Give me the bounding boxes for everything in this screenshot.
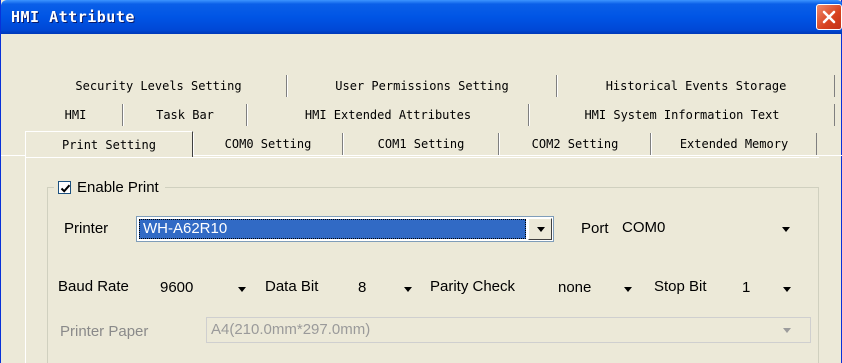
tab-hmi-system-info[interactable]: HMI System Information Text [529, 104, 835, 126]
tab-row-3: Print Setting COM0 Setting COM1 Setting … [1, 131, 842, 157]
tab-label: Security Levels Setting [75, 79, 242, 93]
parity-check-label: Parity Check [430, 278, 516, 295]
stop-bit-select[interactable]: 1 [738, 276, 808, 300]
checkmark-icon [60, 184, 71, 193]
enable-print-checkbox[interactable]: Enable Print [54, 178, 165, 196]
chevron-down-icon [537, 227, 545, 232]
chevron-down-icon [404, 287, 412, 292]
tab-com0-setting[interactable]: COM0 Setting [193, 133, 343, 155]
baud-rate-value: 9600 [160, 279, 194, 296]
tab-label: Historical Events Storage [605, 79, 787, 93]
tab-hmi[interactable]: HMI [29, 104, 123, 126]
tab-hmi-extended[interactable]: HMI Extended Attributes [247, 104, 529, 126]
port-value: COM0 [622, 219, 666, 236]
tab-task-bar[interactable]: Task Bar [123, 104, 247, 126]
port-label: Port [581, 220, 609, 237]
tab-label: HMI System Information Text [584, 108, 780, 122]
chevron-down-icon [238, 287, 246, 292]
tab-row-2: HMI Task Bar HMI Extended Attributes HMI… [1, 104, 842, 126]
chevron-down-icon [624, 287, 632, 292]
tab-label: HMI [64, 108, 87, 122]
parity-check-select[interactable]: none [554, 276, 644, 300]
tab-historical-events[interactable]: Historical Events Storage [557, 75, 835, 97]
printer-dropdown-button[interactable] [528, 218, 552, 240]
title-bar[interactable]: HMI Attribute [1, 0, 842, 34]
baud-rate-select[interactable]: 9600 [156, 276, 256, 300]
enable-print-label: Enable Print [77, 178, 159, 196]
baud-rate-label: Baud Rate [58, 278, 129, 295]
tab-com1-setting[interactable]: COM1 Setting [343, 133, 499, 155]
tab-com2-setting[interactable]: COM2 Setting [499, 133, 651, 155]
printer-paper-label: Printer Paper [60, 323, 149, 340]
checkbox-box[interactable] [58, 180, 71, 194]
tab-user-permissions[interactable]: User Permissions Setting [287, 75, 557, 97]
data-bit-label: Data Bit [265, 278, 319, 295]
printer-label: Printer [64, 220, 109, 237]
tab-label: COM0 Setting [224, 137, 312, 151]
chevron-down-icon [783, 328, 791, 333]
tab-security-levels[interactable]: Security Levels Setting [31, 75, 287, 97]
printer-select[interactable]: WH-A62R10 [136, 216, 554, 242]
tab-print-setting[interactable]: Print Setting [25, 131, 193, 157]
chevron-down-icon [783, 287, 791, 292]
dialog-window: HMI Attribute Security Levels Setting Us… [0, 0, 842, 363]
close-icon [822, 10, 836, 24]
data-bit-value: 8 [358, 279, 367, 296]
printer-paper-select: A4(210.0mm*297.0mm) [206, 317, 811, 343]
printer-paper-value: A4(210.0mm*297.0mm) [211, 321, 371, 338]
tab-row-1: Security Levels Setting User Permissions… [1, 75, 842, 97]
stop-bit-label: Stop Bit [654, 278, 707, 295]
printer-value: WH-A62R10 [143, 220, 228, 237]
tab-label: Print Setting [62, 138, 156, 152]
tab-label: User Permissions Setting [335, 79, 509, 93]
parity-check-value: none [558, 279, 592, 296]
port-select[interactable]: COM0 [618, 216, 806, 240]
tab-label: HMI Extended Attributes [304, 108, 472, 122]
tab-label: COM2 Setting [531, 137, 619, 151]
chevron-down-icon [782, 227, 790, 232]
tab-label: Task Bar [156, 108, 214, 122]
close-button[interactable] [816, 4, 842, 30]
tab-label: COM1 Setting [377, 137, 465, 151]
tab-extended-memory[interactable]: Extended Memory [651, 133, 817, 155]
stop-bit-value: 1 [742, 279, 751, 296]
window-title: HMI Attribute [11, 8, 135, 26]
tab-label: Extended Memory [679, 137, 789, 151]
data-bit-select[interactable]: 8 [354, 276, 424, 300]
